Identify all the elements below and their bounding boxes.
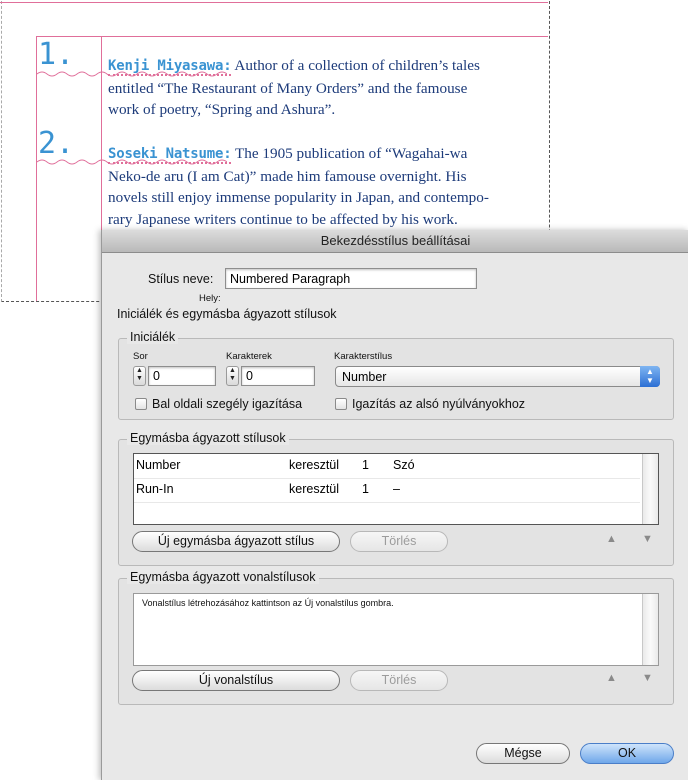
paragraph-line: Soseki Natsume: The 1905 publication of … <box>108 143 528 166</box>
paragraph-text: The 1905 publication of “Wagahai-wa <box>234 145 468 162</box>
move-up-icon[interactable]: ▲ <box>606 672 617 684</box>
row-end: – <box>393 482 400 496</box>
lines-stepper[interactable]: ▲ ▼ <box>133 366 146 386</box>
new-nested-style-button[interactable]: Új egymásba ágyazott stílus <box>132 531 340 552</box>
move-down-icon[interactable]: ▼ <box>642 672 653 684</box>
list-scrollbar[interactable] <box>642 454 658 524</box>
table-row[interactable]: Number keresztül 1 Szó <box>134 454 640 479</box>
lines-field[interactable]: 0 <box>148 366 216 386</box>
drop-caps-group: Iniciálék Sor ▲ ▼ 0 Karakterek ▲ ▼ 0 Karak… <box>118 330 674 420</box>
move-up-icon[interactable]: ▲ <box>606 533 617 545</box>
nested-styles-title: Egymásba ágyazott stílusok <box>127 431 289 445</box>
location-label: Hely: <box>199 293 221 304</box>
list-number-1: 1. <box>38 37 75 72</box>
align-left-edge-label: Bal oldali szegély igazítása <box>152 397 303 411</box>
dialog-title: Bekezdésstílus beállításai <box>102 230 688 253</box>
paragraph-line: entitled “The Restaurant of Many Orders”… <box>108 79 468 97</box>
character-style-label: Karakterstílus <box>334 351 393 362</box>
drop-caps-title: Iniciálék <box>127 330 179 344</box>
ok-button[interactable]: OK <box>580 743 674 764</box>
list-number-2: 2. <box>38 126 75 161</box>
nested-line-styles-title: Egymásba ágyazott vonalstílusok <box>127 570 319 584</box>
row-end: Szó <box>393 458 415 472</box>
align-left-edge-checkbox[interactable] <box>135 398 147 410</box>
nested-styles-list: Number keresztül 1 Szó Run-In keresztül … <box>133 453 659 525</box>
move-down-icon[interactable]: ▼ <box>642 533 653 545</box>
new-line-style-button[interactable]: Új vonalstílus <box>132 670 340 691</box>
paragraph-line: novels still enjoy immense popularity in… <box>108 189 489 206</box>
style-name-field[interactable]: Numbered Paragraph <box>225 268 477 289</box>
paragraph-line: Kenji Miyasawa: Author of a collection o… <box>108 55 508 78</box>
row-count: 1 <box>362 458 369 472</box>
nested-line-styles-group: Egymásba ágyazott vonalstílusok Vonalstí… <box>118 570 674 705</box>
style-name-label: Stílus neve: <box>148 272 214 286</box>
delete-line-style-button[interactable]: Törlés <box>350 670 448 691</box>
nested-styles-group: Egymásba ágyazott stílusok Number keresz… <box>118 431 674 566</box>
line-styles-hint: Vonalstílus létrehozásához kattintson az… <box>142 598 394 608</box>
indent-guide <box>101 36 102 236</box>
page-top-guide <box>0 2 548 3</box>
list-scrollbar[interactable] <box>642 594 658 665</box>
scale-descenders-checkbox[interactable] <box>335 398 347 410</box>
section-title: Iniciálék és egymásba ágyazott stílusok <box>117 307 337 321</box>
chevron-updown-icon: ▲ ▼ <box>640 366 660 387</box>
person-name: Soseki Natsume: <box>108 146 232 164</box>
person-name: Kenji Miyasawa: <box>108 58 232 76</box>
document-paragraph-2: Soseki Natsume: The 1905 publication of … <box>108 143 528 230</box>
paragraph-line: rary Japanese writers continue to be aff… <box>108 210 458 228</box>
table-row[interactable]: Run-In keresztül 1 – <box>134 478 640 503</box>
row-style: Run-In <box>136 482 174 496</box>
scale-descenders-label: Igazítás az alsó nyúlványokhoz <box>352 397 526 411</box>
row-count: 1 <box>362 482 369 496</box>
row-through: keresztül <box>289 458 340 472</box>
margin-guide-top <box>36 36 548 37</box>
character-style-value: Number <box>342 370 387 384</box>
row-through: keresztül <box>289 482 340 496</box>
document-paragraph-1: Kenji Miyasawa: Author of a collection o… <box>108 55 508 121</box>
lines-label: Sor <box>133 351 148 362</box>
characters-stepper[interactable]: ▲ ▼ <box>226 366 239 386</box>
paragraph-line: Neko-de aru (I am Cat)” made him famouse… <box>108 167 467 185</box>
delete-nested-style-button[interactable]: Törlés <box>350 531 448 552</box>
characters-field[interactable]: 0 <box>241 366 315 386</box>
characters-label: Karakterek <box>226 351 272 362</box>
nested-line-styles-list: Vonalstílus létrehozásához kattintson az… <box>133 593 659 666</box>
cancel-button[interactable]: Mégse <box>476 743 570 764</box>
row-style: Number <box>136 458 181 472</box>
character-style-select[interactable]: Number ▲ ▼ <box>335 366 660 387</box>
paragraph-style-dialog: Bekezdésstílus beállításai Stílus neve: … <box>101 230 688 780</box>
paragraph-line: work of poetry, “Spring and Ashura”. <box>108 101 336 118</box>
paragraph-text: Author of a collection of children’s tal… <box>234 57 480 74</box>
